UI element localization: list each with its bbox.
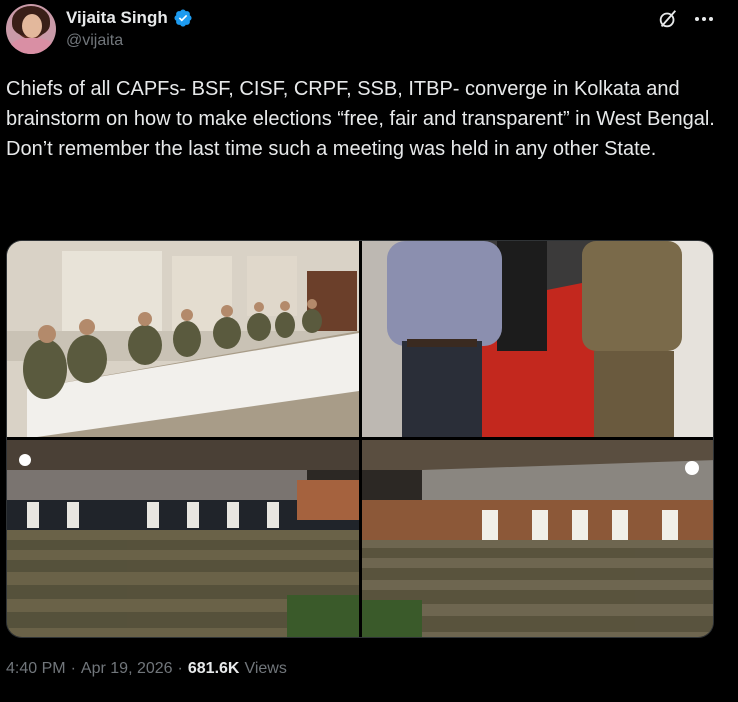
photo-officials-walking[interactable] xyxy=(362,241,713,437)
author-name-row: Vijaita Singh xyxy=(66,8,193,28)
photo-meeting-table[interactable] xyxy=(7,241,359,437)
photo-auditorium-right[interactable] xyxy=(362,440,713,637)
photo-auditorium-left[interactable] xyxy=(7,440,359,637)
tweet-time[interactable]: 4:40 PM xyxy=(6,660,66,678)
tweet-date[interactable]: Apr 19, 2026 xyxy=(81,660,173,678)
more-dot xyxy=(702,17,706,21)
author-handle[interactable]: @vijaita xyxy=(66,32,123,50)
views-label: Views xyxy=(244,660,287,677)
meta-separator: · xyxy=(70,660,76,677)
more-dot xyxy=(695,17,699,21)
more-dot xyxy=(709,17,713,21)
verified-badge-icon xyxy=(174,9,192,27)
tweet-meta: 4:40 PM · Apr 19, 2026 · 681.6K Views xyxy=(6,660,287,678)
media-grid xyxy=(6,240,714,638)
views-count: 681.6K xyxy=(187,660,240,677)
avatar-shirt xyxy=(10,38,54,54)
more-options-icon[interactable] xyxy=(692,8,716,30)
tweet-text: Chiefs of all CAPFs- BSF, CISF, CRPF, SS… xyxy=(6,78,715,160)
avatar-face xyxy=(22,14,42,38)
author-avatar[interactable] xyxy=(6,4,56,54)
grok-icon[interactable] xyxy=(657,8,679,30)
author-display-name[interactable]: Vijaita Singh xyxy=(66,8,168,28)
meta-separator: · xyxy=(177,660,183,677)
